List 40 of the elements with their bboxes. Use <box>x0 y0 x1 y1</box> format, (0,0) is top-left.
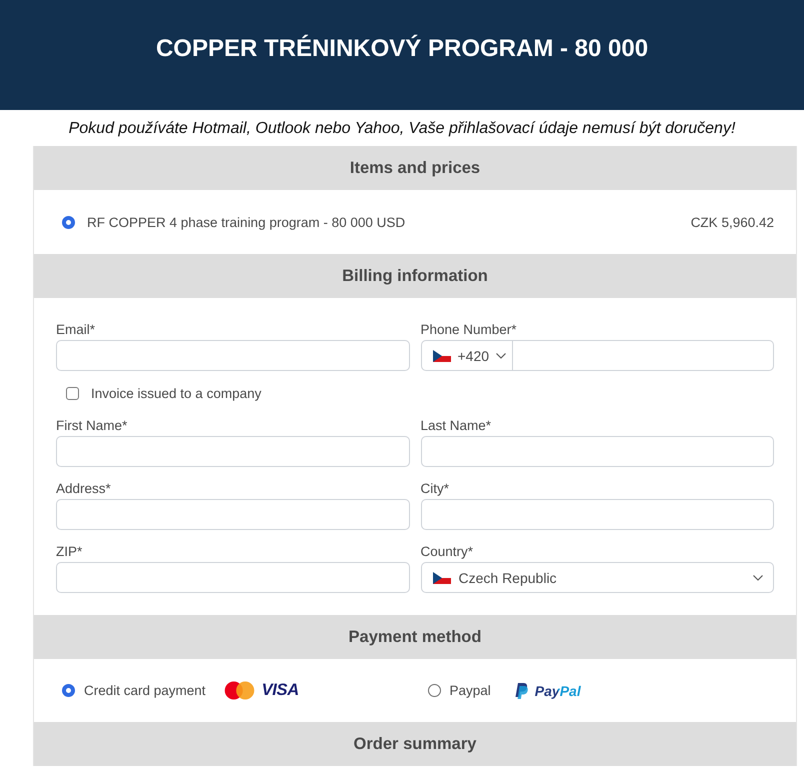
notice-text: Pokud používáte Hotmail, Outlook nebo Yahoo, Vaše přihlašovací údaje nemusí být doručeny! <box>68 119 736 139</box>
input-field[interactable] <box>56 340 410 371</box>
input-field[interactable] <box>420 436 774 467</box>
country-select[interactable]: Czech Republic <box>420 562 774 593</box>
dial-code-select[interactable]: +420 <box>420 340 514 371</box>
field-label: First Name* <box>56 417 128 435</box>
item-name[interactable]: RF COPPER 4 phase training program - 80 000 USD <box>87 214 406 230</box>
checkbox[interactable] <box>66 387 79 400</box>
flag-icon <box>432 350 450 362</box>
price-text: CZK 5,960.42 <box>690 214 774 230</box>
radio-button[interactable] <box>62 684 75 697</box>
option-label[interactable]: Paypal <box>450 683 491 698</box>
field-label: City* <box>420 480 450 498</box>
field-label: ZIP* <box>56 543 84 561</box>
option-label[interactable]: Credit card payment <box>84 683 206 698</box>
input-field[interactable] <box>56 562 410 593</box>
chevron-down-icon <box>496 352 506 358</box>
field-label: Address* <box>56 480 112 498</box>
radio-button[interactable] <box>428 684 440 697</box>
input-field[interactable] <box>56 436 410 467</box>
field-label: Email* <box>56 321 96 339</box>
two-circles-icon <box>224 681 255 700</box>
input-field[interactable] <box>56 499 410 530</box>
chevron-down-icon <box>753 574 763 580</box>
input-field[interactable] <box>420 499 774 530</box>
flag-icon <box>432 572 450 584</box>
section-heading: Order summary <box>34 722 796 766</box>
field-label: Phone Number* <box>420 321 518 339</box>
section-heading: Payment method <box>34 615 796 659</box>
field-label: Country* <box>420 543 474 561</box>
phone-input[interactable] <box>513 340 774 371</box>
section-heading: Items and prices <box>34 146 796 190</box>
radio-button[interactable] <box>62 216 75 228</box>
payment-brand-logo: PayPal <box>534 682 581 698</box>
checkbox-label[interactable]: Invoice issued to a company <box>91 386 262 401</box>
section-heading: Billing information <box>34 254 796 298</box>
card-brand-logo: VISA <box>262 681 299 700</box>
p-mark-icon <box>514 682 528 698</box>
field-label: Last Name* <box>420 417 492 435</box>
page-title: COPPER TRÉNINKOVÝ PROGRAM - 80 000 <box>156 34 648 62</box>
